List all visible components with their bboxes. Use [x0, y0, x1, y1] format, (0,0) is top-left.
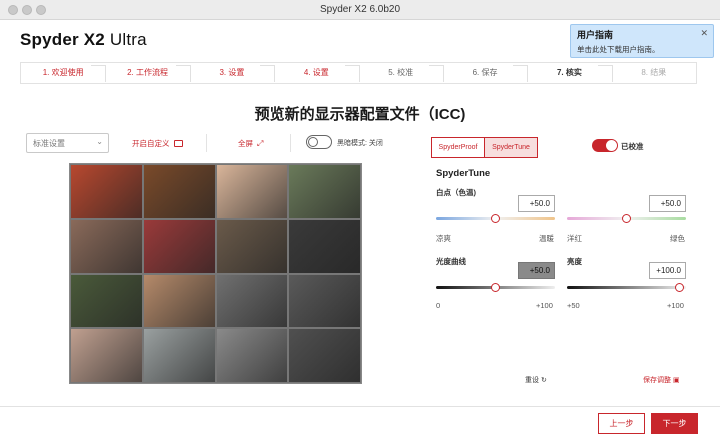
tint-thumb[interactable] — [622, 214, 631, 223]
user-guide-banner[interactable]: 用户指南 单击此处下载用户指南。 ✕ — [570, 24, 714, 58]
page-title: 预览新的显示器配置文件（ICC) — [254, 106, 466, 123]
white-point-thumb[interactable] — [491, 214, 500, 223]
fullscreen-label: 全屏 — [238, 139, 253, 148]
white-point-min: 凉爽 — [436, 234, 451, 243]
preview-image — [71, 274, 142, 328]
step-2: 2. 工作流程 — [105, 63, 189, 83]
tab-spyderproof[interactable]: SpyderProof — [431, 137, 485, 158]
calibrated-label: 已校准 — [621, 142, 644, 151]
preset-select-value: 标准设置 — [33, 139, 65, 148]
custom-label: 开启自定义 — [132, 139, 170, 148]
next-button[interactable]: 下一步 — [651, 413, 698, 434]
preview-image — [71, 329, 142, 382]
tint-max: 绿色 — [670, 234, 685, 243]
window-titlebar: Spyder X2 6.0b20 — [0, 0, 720, 20]
dark-mode-toggle[interactable] — [306, 135, 332, 149]
window-title: Spyder X2 6.0b20 — [319, 4, 401, 15]
preview-image — [71, 165, 142, 218]
toggle-knob — [308, 137, 318, 147]
workflow-steps: 1. 欢迎使用 2. 工作流程 3. 设置 4. 设置 5. 校准 6. 保存 … — [20, 62, 697, 84]
tone-curve-min: 0 — [436, 301, 441, 310]
preview-image — [289, 219, 360, 273]
app-name-bold: Spyder X2 — [20, 30, 105, 49]
brightness-min: +50 — [567, 301, 580, 310]
brightness-value[interactable]: +100.0 — [649, 262, 686, 279]
step-4: 4. 设置 — [274, 63, 358, 83]
white-point-label: 白点（色温) — [436, 188, 476, 197]
fullscreen-button[interactable]: 全屏 ⤢ — [238, 138, 263, 149]
spydertune-title: SpyderTune — [436, 168, 491, 179]
app-name-rest: Ultra — [109, 30, 147, 49]
tint-value[interactable]: +50.0 — [649, 195, 686, 212]
preview-image — [143, 219, 215, 273]
step-6: 6. 保存 — [443, 63, 527, 83]
brightness-max: +100 — [667, 301, 684, 310]
preview-panel: 标准设置 ⌄ 开启自定义 全屏 ⤢ 黑暗模式: 关闭 — [20, 126, 413, 394]
brightness-label: 亮度 — [567, 257, 582, 266]
brightness-slider[interactable] — [567, 286, 686, 289]
toolbar-divider — [206, 134, 207, 152]
step-1: 1. 欢迎使用 — [21, 63, 105, 83]
tone-curve-thumb[interactable] — [491, 283, 500, 292]
save-adjustments-button[interactable]: 保存调整 ▣ — [643, 375, 680, 385]
white-point-value[interactable]: +50.0 — [518, 195, 555, 212]
preview-image — [216, 329, 288, 382]
refresh-icon: ↻ — [540, 377, 547, 384]
expand-icon: ⤢ — [257, 139, 264, 148]
reset-button[interactable]: 重设 ↻ — [525, 375, 547, 385]
tone-curve-max: +100 — [536, 301, 553, 310]
tone-curve-label: 光度曲线 — [436, 257, 466, 266]
save-adjustments-label: 保存调整 — [643, 377, 671, 384]
toggle-knob — [606, 140, 617, 151]
preview-image — [289, 329, 360, 382]
save-icon: ▣ — [672, 377, 680, 384]
toolbar-divider — [290, 134, 291, 152]
preview-image-grid — [69, 163, 362, 384]
preview-image — [143, 274, 215, 328]
custom-toggle-button[interactable]: 开启自定义 — [132, 138, 183, 149]
white-point-max: 温暖 — [539, 234, 554, 243]
step-5: 5. 校准 — [359, 63, 443, 83]
close-icon[interactable]: ✕ — [700, 28, 708, 39]
footer-divider — [0, 406, 720, 407]
calibrated-toggle[interactable] — [592, 139, 618, 152]
adjust-panel: SpyderProof SpyderTune 已校准 SpyderTune 白点… — [421, 126, 697, 394]
preset-select[interactable]: 标准设置 ⌄ — [26, 133, 109, 153]
preview-image — [216, 165, 288, 218]
tone-curve-value[interactable]: +50.0 — [518, 262, 555, 279]
preview-image — [143, 329, 215, 382]
preview-image — [289, 274, 360, 328]
step-8: 8. 结果 — [641, 68, 667, 77]
tab-spydertune[interactable]: SpyderTune — [484, 137, 538, 158]
tint-min: 洋红 — [567, 234, 582, 243]
preview-image — [216, 274, 288, 328]
preview-image — [71, 219, 142, 273]
user-guide-description[interactable]: 单击此处下载用户指南。 — [577, 44, 707, 55]
previous-button[interactable]: 上一步 — [598, 413, 645, 434]
dark-mode-label: 黑暗模式: 关闭 — [337, 140, 383, 147]
preview-image — [216, 219, 288, 273]
preview-image — [289, 165, 360, 218]
brightness-thumb[interactable] — [675, 283, 684, 292]
preview-image — [143, 165, 215, 218]
app-name: Spyder X2 Ultra — [20, 30, 147, 50]
user-guide-title: 用户指南 — [577, 30, 614, 40]
step-3: 3. 设置 — [190, 63, 274, 83]
chevron-down-icon: ⌄ — [96, 137, 103, 146]
folder-icon — [173, 140, 183, 147]
reset-label: 重设 — [525, 377, 539, 384]
step-7: 7. 核实 — [527, 63, 611, 83]
